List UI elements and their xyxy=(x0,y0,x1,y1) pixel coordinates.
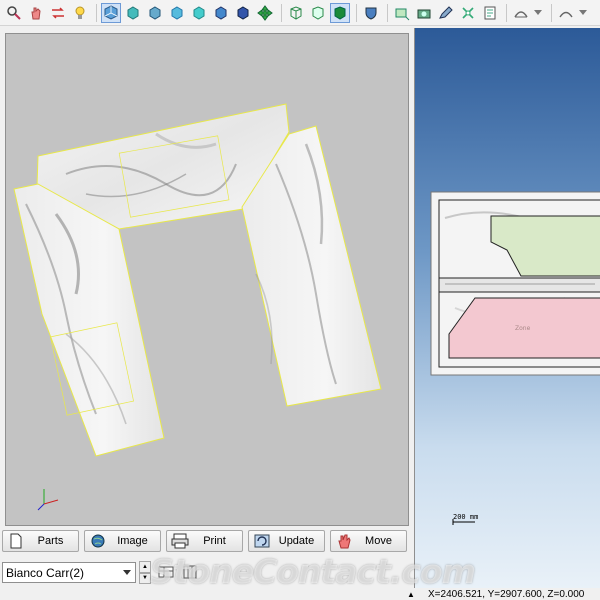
svg-text:Zone: Zone xyxy=(515,325,531,332)
shaded-icon[interactable] xyxy=(330,2,350,23)
coordinate-readout: X=2406.521, Y=2907.600, Z=0.000 xyxy=(428,589,585,600)
spinner-down-icon[interactable]: ▼ xyxy=(139,572,151,584)
material-select-value: Bianco Carr(2) xyxy=(6,565,85,580)
camera-icon[interactable] xyxy=(414,3,434,23)
toolbar-separator xyxy=(356,3,357,22)
hidden-line-icon[interactable] xyxy=(308,3,328,23)
toolbar-separator xyxy=(96,3,97,22)
rect-select-icon[interactable] xyxy=(392,3,412,23)
report-icon[interactable] xyxy=(480,3,500,23)
parts-button[interactable]: Parts xyxy=(2,530,79,552)
3d-viewport[interactable] xyxy=(5,33,409,526)
wireframe-icon[interactable] xyxy=(286,3,306,23)
move-button-label: Move xyxy=(365,535,392,547)
move-button[interactable]: Move xyxy=(330,530,407,552)
nesting-viewport[interactable]: Zone 200 mm xyxy=(414,28,600,588)
printer-icon xyxy=(171,532,189,550)
pan-cross-icon[interactable] xyxy=(255,3,275,23)
toolbar-separator xyxy=(551,3,552,22)
material-spinner[interactable]: ▲ ▼ xyxy=(139,561,151,584)
update-button[interactable]: Update xyxy=(248,530,325,552)
toolbar-separator xyxy=(281,3,282,22)
view-iso-icon[interactable] xyxy=(101,2,121,23)
document-icon xyxy=(7,532,25,550)
shield-icon[interactable] xyxy=(361,3,381,23)
scale-label: 200 mm xyxy=(453,513,479,521)
view-left-icon[interactable] xyxy=(167,3,187,23)
edit-icon[interactable] xyxy=(436,3,456,23)
grid-icon[interactable] xyxy=(182,564,198,580)
chevron-down-icon[interactable] xyxy=(119,563,135,582)
parts-button-label: Parts xyxy=(37,535,64,547)
print-button-label: Print xyxy=(203,535,226,547)
view-top-icon[interactable] xyxy=(211,3,231,23)
curve-tool-icon[interactable] xyxy=(556,3,576,23)
update-button-label: Update xyxy=(278,535,315,547)
axis-indicator xyxy=(37,489,59,511)
arc-tool-icon[interactable] xyxy=(511,3,531,23)
chevron-down-icon[interactable] xyxy=(578,3,588,23)
hand-icon[interactable] xyxy=(26,3,46,23)
toolbar-separator xyxy=(506,3,507,22)
view-right-icon[interactable] xyxy=(189,3,209,23)
print-button[interactable]: Print xyxy=(166,530,243,552)
main-toolbar xyxy=(0,0,600,26)
image-button-label: Image xyxy=(117,535,148,547)
view-back-icon[interactable] xyxy=(145,3,165,23)
swap-icon[interactable] xyxy=(48,3,68,23)
table-icon[interactable] xyxy=(158,564,174,580)
chevron-down-icon[interactable] xyxy=(533,3,543,23)
transform-icon[interactable] xyxy=(458,3,478,23)
toolbar-separator xyxy=(387,3,388,22)
slab-drawing: Zone xyxy=(430,191,600,525)
view-front-icon[interactable] xyxy=(123,3,143,23)
refresh-icon xyxy=(253,532,271,550)
spinner-up-icon[interactable]: ▲ xyxy=(139,561,151,573)
hand-move-icon xyxy=(335,532,353,550)
action-button-bar: Parts Image Print Update Move xyxy=(0,528,412,554)
light-bulb-icon[interactable] xyxy=(70,3,90,23)
globe-icon xyxy=(89,532,107,550)
material-select[interactable]: Bianco Carr(2) xyxy=(2,562,136,583)
marble-pieces-drawing xyxy=(13,103,382,511)
corner-arrow-icon[interactable]: ▲ xyxy=(407,590,415,599)
image-button[interactable]: Image xyxy=(84,530,161,552)
zoom-icon[interactable] xyxy=(4,3,24,23)
view-bottom-icon[interactable] xyxy=(233,3,253,23)
